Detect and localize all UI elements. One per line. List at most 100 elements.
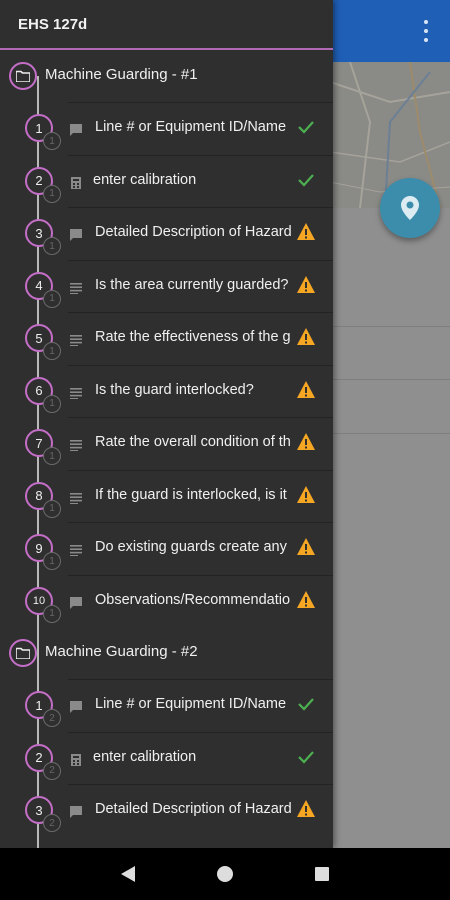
section-label: Machine Guarding - #1 bbox=[45, 66, 198, 83]
checklist-item[interactable]: 6 1 Is the guard interlocked? bbox=[0, 364, 333, 418]
folder-icon bbox=[16, 647, 30, 659]
checklist-item[interactable]: 10 1 Observations/Recommendations bbox=[0, 574, 333, 628]
location-pin-icon bbox=[401, 196, 419, 220]
comment-icon bbox=[70, 229, 82, 241]
drawer-header: EHS 127d bbox=[0, 0, 333, 50]
item-label: Rate the effectiveness of the guard bbox=[95, 329, 291, 345]
checklist-item[interactable]: 71Rate the overall condition of the guar… bbox=[0, 417, 333, 470]
recents-button[interactable] bbox=[307, 859, 337, 889]
warning-icon bbox=[297, 380, 315, 398]
section-label: Machine Guarding - #2 bbox=[45, 643, 198, 660]
item-label: Detailed Description of Hazard bbox=[95, 224, 291, 240]
item-section-badge: 2 bbox=[43, 709, 61, 727]
section-header[interactable]: Machine Guarding - #2 bbox=[0, 627, 333, 679]
divider bbox=[330, 379, 450, 380]
item-type-icon bbox=[70, 281, 82, 294]
comment-icon bbox=[70, 701, 82, 713]
item-row: Detailed Description of Hazard bbox=[68, 207, 333, 259]
item-row: Is the area currently guarded? bbox=[68, 259, 333, 312]
item-label: Detailed Description of Hazard bbox=[95, 801, 291, 817]
item-section-badge: 2 bbox=[43, 761, 61, 780]
item-status-icon bbox=[296, 327, 316, 347]
item-section-badge: 1 bbox=[43, 342, 61, 360]
item-section-badge: 1 bbox=[43, 184, 61, 203]
location-fab-button[interactable] bbox=[380, 178, 440, 238]
back-button[interactable] bbox=[113, 859, 143, 889]
item-status-icon bbox=[296, 694, 316, 714]
checklist-item[interactable]: 1 2 Line # or Equipment ID/Name bbox=[0, 679, 333, 732]
warning-icon bbox=[297, 800, 315, 817]
item-section-badge: 2 bbox=[43, 814, 61, 832]
item-type-icon bbox=[70, 438, 82, 451]
more-vert-icon[interactable] bbox=[416, 18, 436, 44]
divider bbox=[330, 326, 450, 327]
warning-icon bbox=[297, 223, 315, 240]
warning-icon bbox=[297, 590, 315, 608]
recents-icon bbox=[314, 867, 329, 881]
item-row: Line # or Equipment ID/Name bbox=[68, 679, 333, 731]
checklist-item[interactable]: 4 1 Is the area currently guarded? bbox=[0, 259, 333, 313]
item-type-icon bbox=[70, 123, 82, 136]
item-row: Rate the effectiveness of the guard bbox=[68, 312, 333, 364]
item-type-icon bbox=[70, 386, 82, 399]
item-type-icon bbox=[70, 805, 82, 818]
checklist-timeline: Machine Guarding - #1 1 1 Line # or Equipme… bbox=[0, 50, 333, 848]
checklist-item[interactable]: 3 2 Detailed Description of Hazard bbox=[0, 784, 333, 837]
warning-icon bbox=[297, 485, 315, 503]
checklist-item[interactable]: 81If the guard is interlocked, is it wor… bbox=[0, 469, 333, 523]
item-type-icon bbox=[70, 333, 82, 346]
item-type-icon bbox=[70, 700, 82, 713]
item-section-badge: 1 bbox=[43, 289, 61, 308]
back-icon bbox=[121, 866, 136, 882]
item-section-badge: 1 bbox=[43, 552, 61, 570]
item-status-icon bbox=[296, 485, 316, 505]
check-icon bbox=[298, 750, 314, 764]
system-nav-bar bbox=[0, 848, 450, 900]
item-row: Do existing guards create any hazards? bbox=[68, 522, 333, 574]
item-type-icon bbox=[70, 228, 82, 241]
checklist-item[interactable]: 51Rate the effectiveness of the guard bbox=[0, 312, 333, 365]
checklist-item[interactable]: 91Do existing guards create any hazards? bbox=[0, 522, 333, 575]
item-row: enter calibration bbox=[68, 731, 333, 784]
item-label: Is the area currently guarded? bbox=[95, 276, 289, 293]
item-label: Rate the overall condition of the guard bbox=[95, 434, 291, 450]
warning-icon bbox=[297, 328, 315, 345]
checklist-item[interactable]: 2 2 enter calibration bbox=[0, 731, 333, 785]
item-label: Do existing guards create any hazards? bbox=[95, 539, 291, 555]
home-button[interactable] bbox=[210, 859, 240, 889]
item-label: enter calibration bbox=[93, 171, 197, 188]
item-row: enter calibration bbox=[68, 154, 333, 207]
item-section-badge: 1 bbox=[43, 394, 61, 413]
checklist-item[interactable]: 2 1 enter calibration bbox=[0, 154, 333, 208]
section-header[interactable]: Machine Guarding - #1 bbox=[0, 50, 333, 102]
comment-icon bbox=[70, 596, 82, 609]
list-icon bbox=[70, 282, 82, 294]
folder-icon bbox=[16, 70, 30, 82]
item-row: If the guard is interlocked, is it worki… bbox=[68, 469, 333, 522]
drawer-title: EHS 127d bbox=[18, 15, 88, 33]
checklist-item[interactable]: 1 1 Line # or Equipment ID/Name bbox=[0, 102, 333, 155]
warning-icon bbox=[297, 538, 315, 555]
item-label: If the guard is interlocked, is it worki… bbox=[95, 486, 291, 503]
item-type-icon bbox=[70, 176, 82, 189]
checklist-item[interactable]: 3 1 Detailed Description of Hazard bbox=[0, 207, 333, 260]
navigation-drawer: EHS 127d Machine Guarding - #1 1 1 Line # o… bbox=[0, 0, 333, 848]
comment-icon bbox=[70, 806, 82, 818]
item-status-icon bbox=[296, 537, 316, 557]
home-icon bbox=[216, 866, 233, 882]
item-status-icon bbox=[296, 222, 316, 242]
list-icon bbox=[70, 545, 82, 556]
item-section-badge: 1 bbox=[43, 499, 61, 518]
list-icon bbox=[70, 492, 82, 504]
item-label: enter calibration bbox=[93, 748, 197, 765]
item-status-icon bbox=[296, 747, 316, 767]
item-label: Observations/Recommendations bbox=[95, 591, 291, 608]
check-icon bbox=[298, 173, 314, 187]
item-type-icon bbox=[70, 596, 82, 609]
item-row: Line # or Equipment ID/Name bbox=[68, 102, 333, 154]
section-node bbox=[9, 62, 37, 90]
check-icon bbox=[298, 121, 314, 134]
item-section-badge: 1 bbox=[43, 447, 61, 465]
item-status-icon bbox=[296, 799, 316, 819]
item-status-icon bbox=[296, 117, 316, 137]
